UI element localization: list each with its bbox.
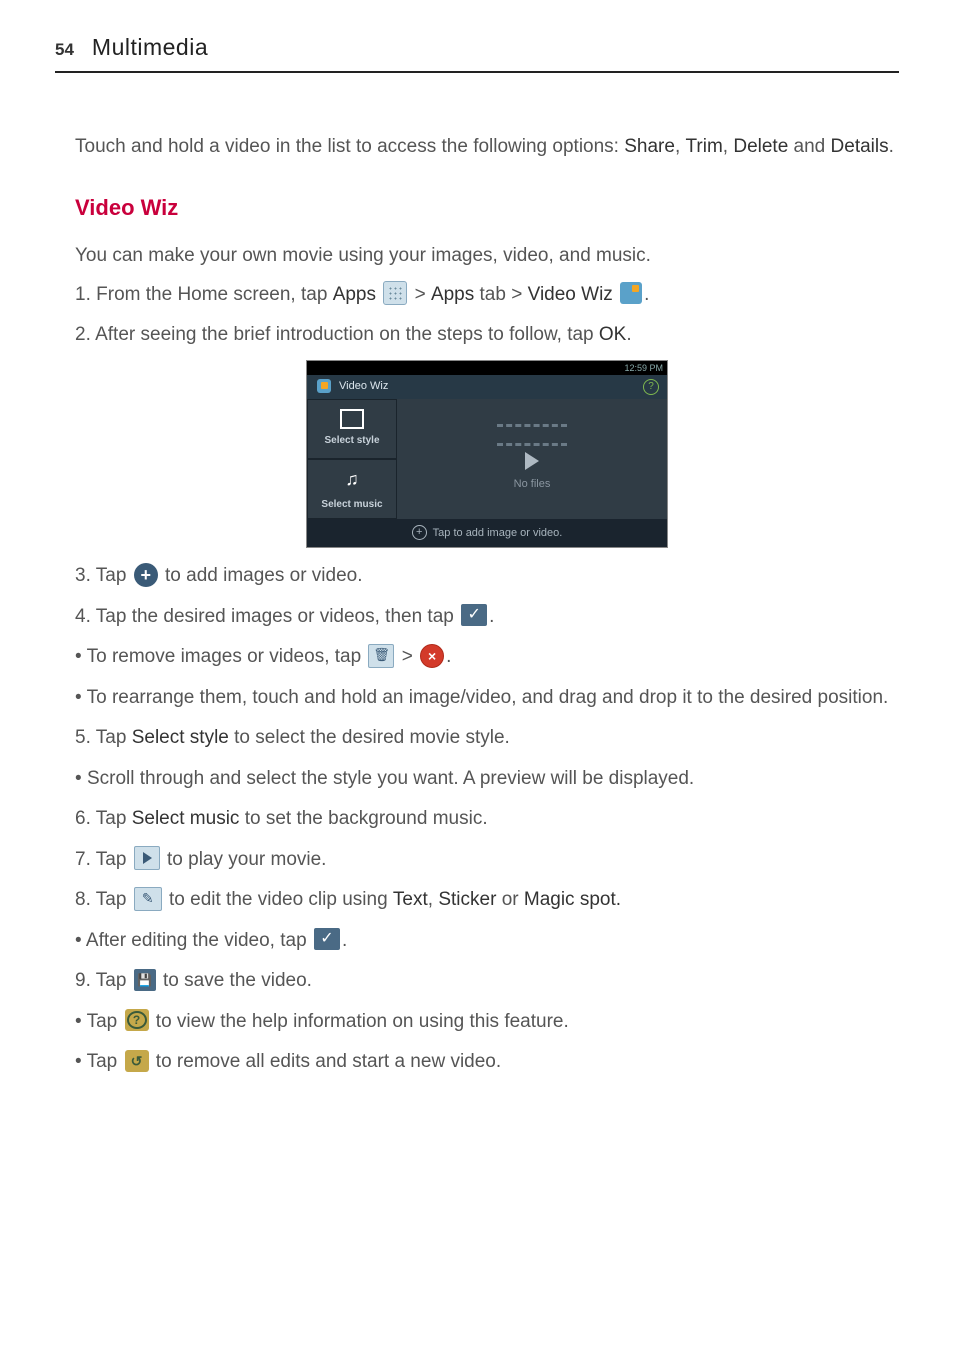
step-2: After seeing the brief introduction on t… (75, 321, 899, 548)
play-icon (134, 846, 160, 870)
option-share: Share (624, 136, 675, 157)
section-title: Multimedia (92, 30, 208, 65)
intro-paragraph: Touch and hold a video in the list to ac… (75, 133, 899, 162)
bullet-remove: To remove images or videos, tap > . (75, 643, 899, 672)
video-wiz-small-icon (317, 379, 331, 393)
shot-title-bar: Video Wiz ? (307, 375, 667, 399)
shot-footer: + Tap to add image or video. (307, 519, 667, 548)
heading-video-wiz: Video Wiz (75, 191, 899, 224)
bullet-reset: Tap to remove all edits and start a new … (75, 1048, 899, 1077)
play-triangle-icon (525, 452, 539, 470)
video-wiz-intro: You can make your own movie using your i… (75, 242, 899, 271)
page-header: 54 Multimedia (55, 30, 899, 73)
bullet-scroll-style: Scroll through and select the style you … (75, 765, 899, 794)
style-square-icon (340, 409, 364, 429)
music-note-icon: ♫ (345, 466, 359, 493)
step-8: Tap to edit the video clip using Text, S… (75, 886, 899, 915)
add-plus-icon (134, 563, 158, 587)
step-9: Tap to save the video. (75, 967, 899, 996)
reset-icon (125, 1050, 149, 1072)
select-music-tile: ♫ Select music (307, 459, 397, 519)
step-1: From the Home screen, tap Apps > Apps ta… (75, 281, 899, 310)
check-confirm-icon-2 (314, 928, 340, 950)
intro-lead: Touch and hold a video in the list to ac… (75, 136, 624, 157)
step-5: Tap Select style to select the desired m… (75, 724, 899, 753)
select-style-tile: Select style (307, 399, 397, 459)
option-details: Details (831, 136, 889, 157)
option-delete: Delete (733, 136, 788, 157)
no-files-label: No files (514, 476, 551, 493)
help-icon (125, 1009, 149, 1031)
trash-icon (368, 644, 394, 668)
save-disk-icon (134, 969, 156, 991)
bullet-rearrange: To rearrange them, touch and hold an ima… (75, 684, 899, 713)
bullet-after-edit: After editing the video, tap . (75, 927, 899, 956)
step-4: Tap the desired images or videos, then t… (75, 603, 899, 632)
option-trim: Trim (686, 136, 723, 157)
apps-grid-icon (383, 281, 407, 305)
bullet-help: Tap to view the help information on usin… (75, 1008, 899, 1037)
video-wiz-screenshot: 12:59 PM Video Wiz ? Select style (306, 360, 668, 549)
add-circle-icon: + (412, 525, 427, 540)
status-bar: 12:59 PM (307, 361, 667, 375)
page-number: 54 (55, 37, 74, 63)
step-7: Tap to play your movie. (75, 846, 899, 875)
shot-preview-area: No files (397, 399, 667, 519)
step-3: Tap to add images or video. (75, 562, 899, 591)
video-wiz-app-icon (620, 282, 642, 304)
filmstrip-icon (497, 424, 567, 446)
edit-pen-icon (134, 887, 162, 911)
step-6: Tap Select music to set the background m… (75, 805, 899, 834)
check-confirm-icon (461, 604, 487, 626)
help-ring-icon: ? (643, 379, 659, 395)
delete-x-icon (420, 644, 444, 668)
shot-title: Video Wiz (339, 378, 388, 395)
